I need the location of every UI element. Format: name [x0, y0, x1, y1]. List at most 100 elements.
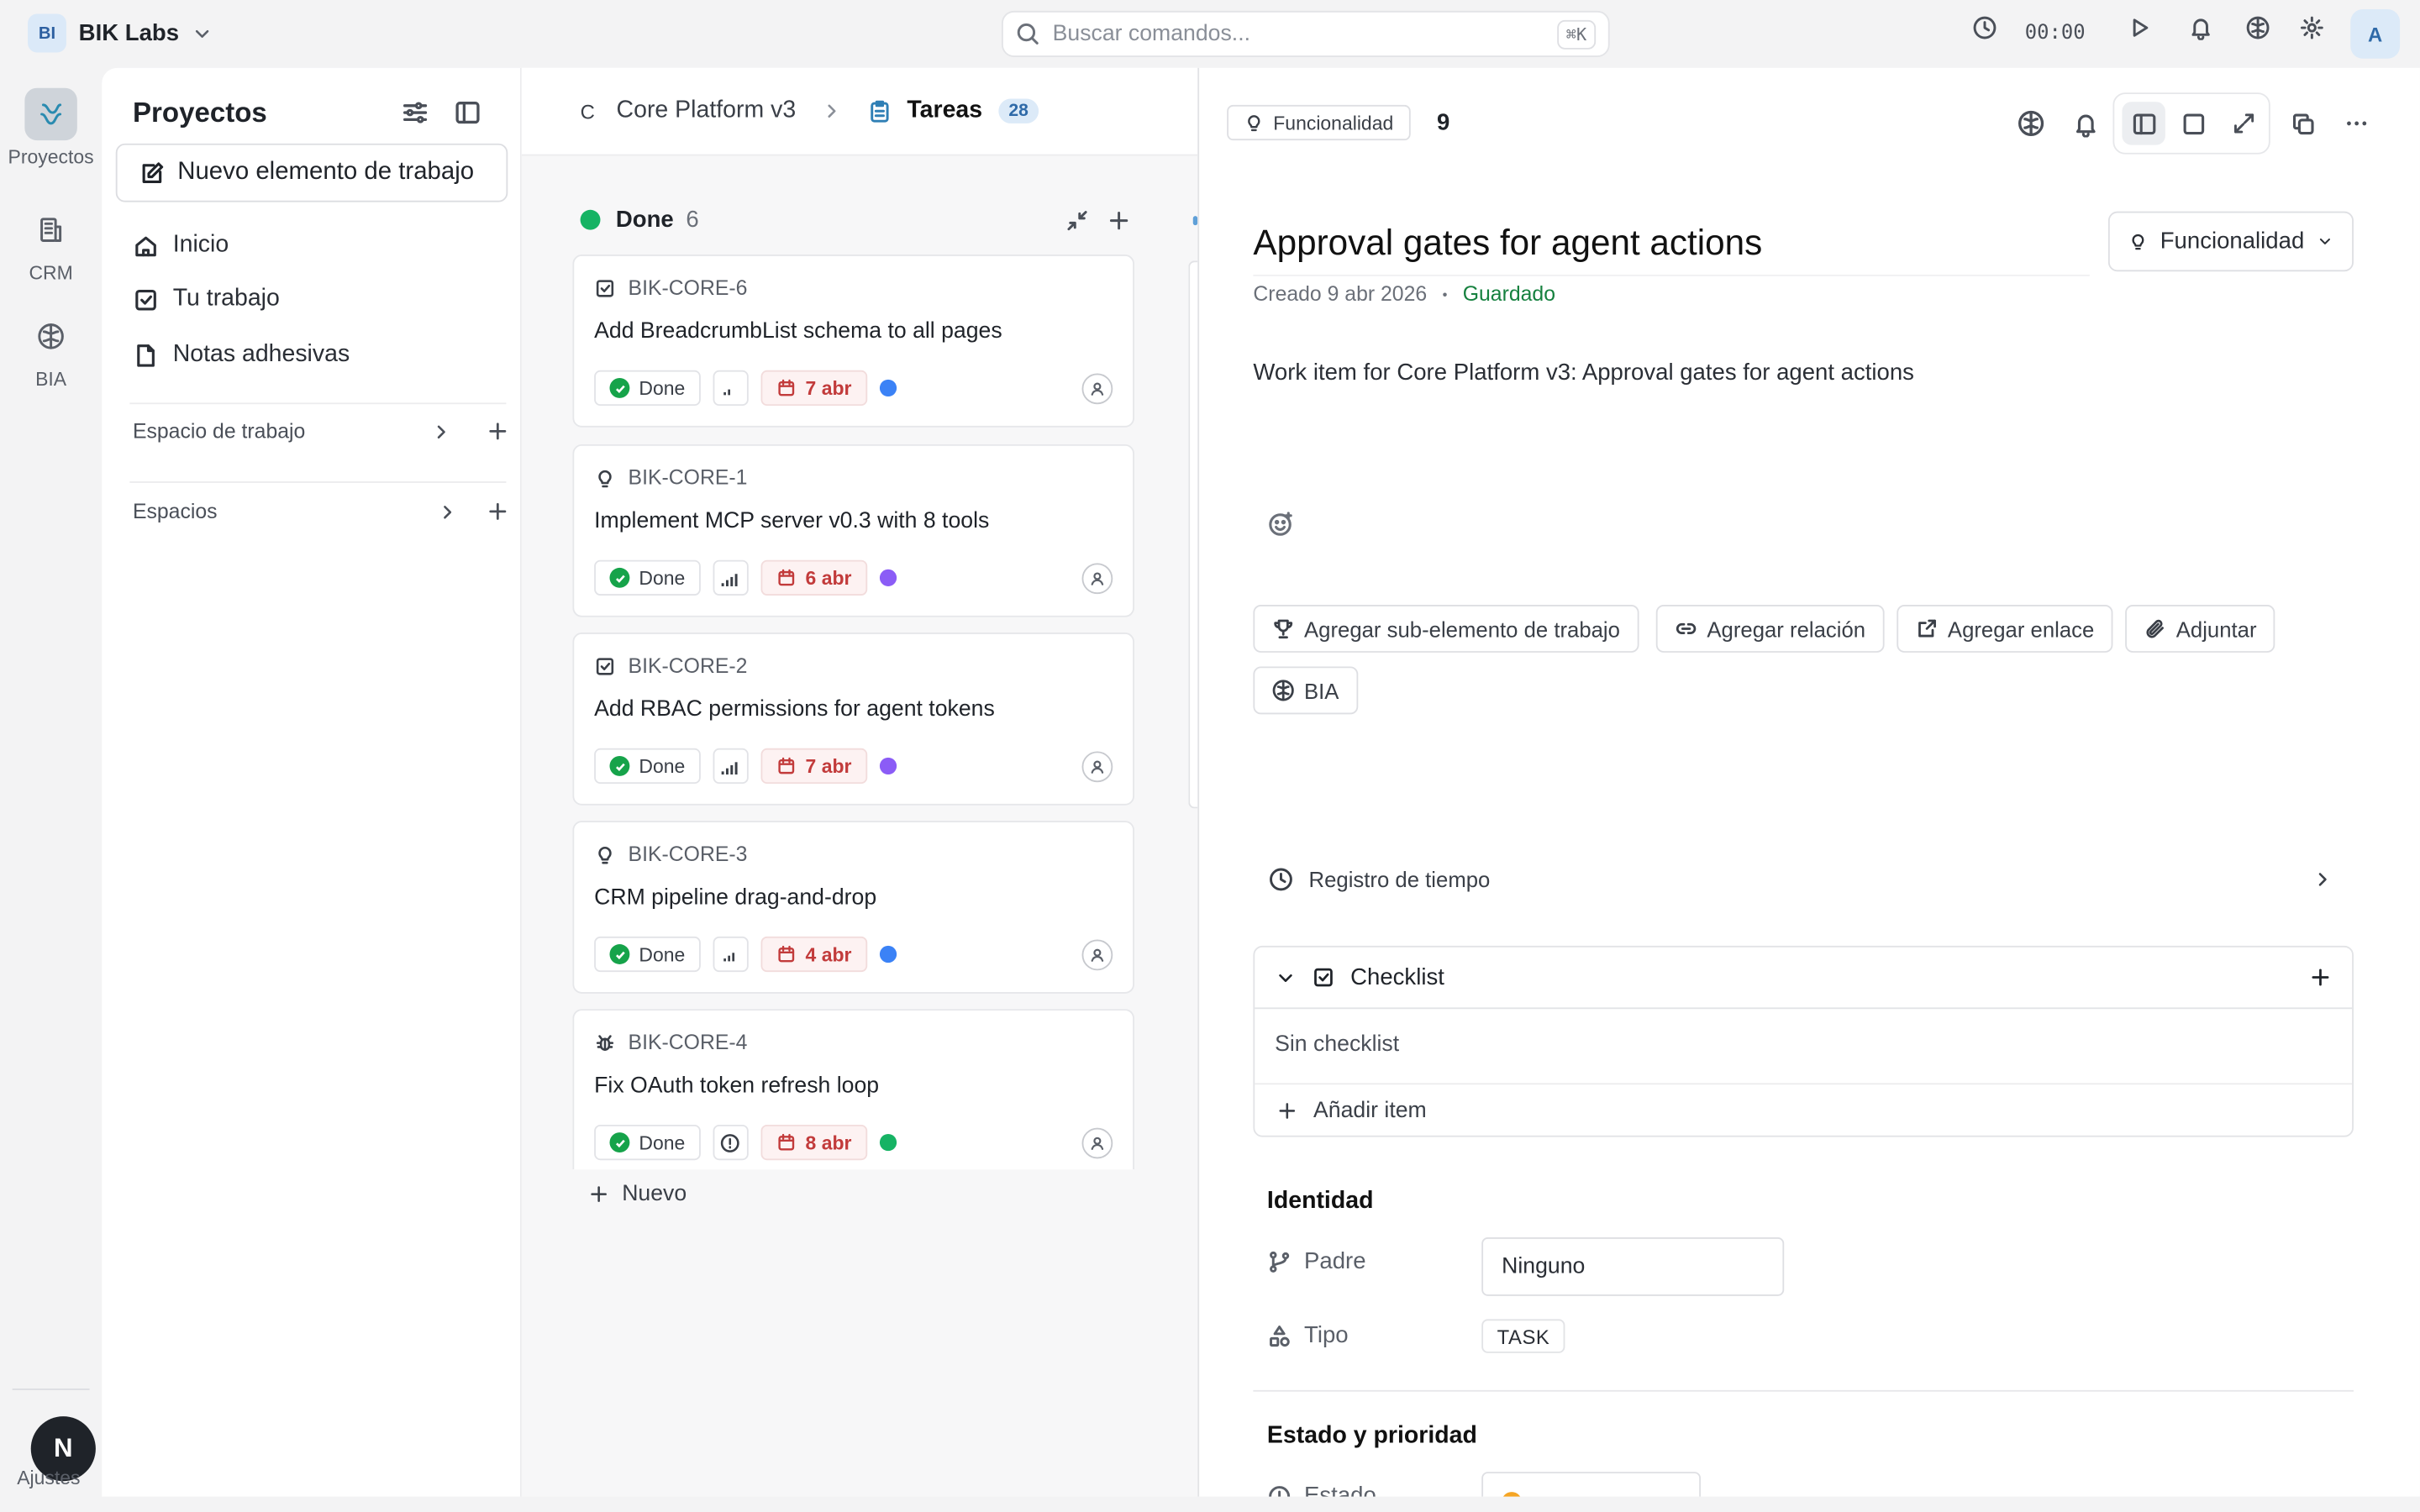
assignee-icon[interactable] — [1081, 939, 1113, 971]
search-icon — [1017, 23, 1039, 45]
add-link-button[interactable]: Agregar enlace — [1897, 604, 2113, 653]
bell-icon[interactable] — [2187, 15, 2215, 40]
work-item-card[interactable]: BIK-CORE-2 Add RBAC permissions for agen… — [572, 633, 1134, 806]
add-subitem-button[interactable]: Agregar sub-elemento de trabajo — [1253, 604, 1639, 653]
side-panel-icon[interactable] — [2122, 102, 2165, 145]
shortcut-hint: ⌘K — [1556, 18, 1597, 49]
time-log-row[interactable]: Registro de tiempo — [1269, 867, 2333, 892]
status-chip[interactable]: Done — [594, 370, 701, 407]
next-column-card — [1188, 260, 1198, 809]
breadcrumb: C Core Platform v3 Tareas 28 — [521, 67, 1198, 156]
work-item-card[interactable]: BIK-CORE-6 Add BreadcrumbList schema to … — [572, 255, 1134, 428]
new-work-item-button[interactable]: Nuevo elemento de trabajo — [115, 143, 508, 202]
action-label: Agregar relación — [1707, 616, 1866, 642]
assignee-icon[interactable] — [1081, 1127, 1113, 1159]
nav-item-tu-trabajo[interactable]: Tu trabajo — [133, 286, 280, 313]
filter-icon[interactable] — [402, 99, 429, 127]
add-relation-button[interactable]: Agregar relación — [1655, 604, 1885, 653]
plus-icon[interactable] — [2309, 966, 2333, 990]
brain-icon[interactable] — [2009, 102, 2052, 144]
clock-icon — [1270, 868, 1292, 891]
column-name: Done — [615, 207, 674, 234]
plus-icon[interactable] — [487, 500, 510, 523]
breadcrumb-project[interactable]: Core Platform v3 — [617, 97, 797, 125]
gear-icon[interactable] — [2298, 15, 2326, 39]
card-id: BIK-CORE-1 — [628, 465, 748, 490]
modal-view-icon[interactable] — [2171, 102, 2214, 144]
parent-select[interactable]: Ninguno — [1481, 1237, 1785, 1296]
type-select[interactable]: Funcionalidad — [2107, 211, 2354, 272]
priority-high-icon[interactable] — [713, 559, 749, 596]
new-card-button[interactable]: Nuevo — [588, 1182, 687, 1206]
work-item-card[interactable]: BIK-CORE-3 CRM pipeline drag-and-drop Do… — [572, 821, 1134, 994]
due-date-chip[interactable]: 7 abr — [760, 748, 867, 785]
status-chip[interactable]: Done — [594, 559, 701, 596]
bia-button[interactable]: BIA — [1253, 666, 1358, 715]
assignee-icon[interactable] — [1081, 751, 1113, 783]
chevron-right-icon[interactable] — [437, 501, 459, 522]
breadcrumb-view[interactable]: Tareas — [907, 97, 982, 125]
state-select[interactable] — [1481, 1472, 1702, 1497]
rail-item-crm[interactable]: CRM — [0, 203, 102, 284]
clock-icon[interactable] — [1970, 15, 1998, 39]
priority-low-icon[interactable] — [713, 370, 749, 407]
collapse-icon[interactable] — [1065, 208, 1089, 233]
chevron-down-icon — [2319, 238, 2331, 244]
section-espacios[interactable]: Espacios — [133, 500, 507, 523]
state-priority-heading: Estado y prioridad — [1266, 1422, 1477, 1449]
due-date-chip[interactable]: 4 abr — [760, 936, 867, 973]
workspace-switcher[interactable]: BI BIK Labs — [28, 13, 213, 53]
due-date-chip[interactable]: 6 abr — [760, 559, 867, 596]
status-chip[interactable]: Done — [594, 936, 701, 973]
emoji-reaction-icon[interactable] — [1267, 511, 1293, 537]
priority-medium-icon[interactable] — [713, 936, 749, 973]
more-icon[interactable] — [2335, 102, 2378, 144]
settings-label[interactable]: Ajustes — [17, 1467, 80, 1489]
clipboard-icon — [870, 100, 888, 123]
identity-heading: Identidad — [1266, 1188, 1374, 1215]
description[interactable]: Work item for Core Platform v3: Approval… — [1253, 360, 1914, 386]
due-date-chip[interactable]: 8 abr — [760, 1124, 867, 1161]
play-icon[interactable] — [2125, 15, 2153, 39]
brain-icon[interactable] — [2244, 15, 2272, 39]
assignee-icon[interactable] — [1081, 373, 1113, 405]
type-value-badge[interactable]: TASK — [1481, 1319, 1565, 1353]
branch-icon — [1270, 1251, 1290, 1272]
type-pill[interactable]: Funcionalidad — [1227, 104, 1411, 141]
chevron-right-icon[interactable] — [430, 421, 452, 443]
expand-icon[interactable] — [2223, 102, 2265, 144]
status-chip[interactable]: Done — [594, 1124, 701, 1161]
rail-item-proyectos[interactable]: Proyectos — [0, 87, 102, 168]
note-icon — [137, 344, 155, 366]
assignee-icon[interactable] — [1081, 563, 1113, 595]
copy-icon[interactable] — [2281, 102, 2324, 144]
divider — [129, 481, 507, 483]
action-label: BIA — [1304, 678, 1339, 703]
nav-item-inicio[interactable]: Inicio — [133, 232, 229, 260]
time-log-label: Registro de tiempo — [1308, 867, 1491, 892]
bell-icon[interactable] — [2064, 102, 2107, 144]
add-checklist-item-button[interactable]: Añadir item — [1255, 1083, 2353, 1135]
priority-urgent-icon[interactable] — [713, 1124, 749, 1161]
state-circle-icon — [1269, 1485, 1291, 1497]
priority-high-icon[interactable] — [713, 748, 749, 785]
plus-icon[interactable] — [487, 420, 510, 444]
command-search[interactable]: Buscar comandos... ⌘K — [1002, 10, 1610, 57]
nav-item-notas[interactable]: Notas adhesivas — [133, 341, 350, 369]
work-item-card[interactable]: BIK-CORE-4 Fix OAuth token refresh loop … — [572, 1009, 1134, 1170]
user-avatar[interactable]: A — [2350, 9, 2401, 59]
due-date-chip[interactable]: 7 abr — [760, 370, 867, 407]
rail-item-bia[interactable]: BIA — [0, 310, 102, 391]
work-item-card[interactable]: BIK-CORE-1 Implement MCP server v0.3 wit… — [572, 444, 1134, 617]
chevron-down-icon[interactable] — [1275, 967, 1297, 989]
status-chip[interactable]: Done — [594, 748, 701, 785]
sidebar-toggle-icon[interactable] — [454, 99, 481, 127]
work-item-title[interactable]: Approval gates for agent actions — [1253, 212, 2090, 276]
section-label: Espacio de trabajo — [132, 419, 306, 444]
attach-button[interactable]: Adjuntar — [2125, 604, 2275, 653]
sidebar-title: Proyectos — [132, 97, 267, 129]
bulb-icon — [1248, 115, 1260, 132]
check-square-icon — [135, 289, 156, 310]
add-card-icon[interactable] — [1107, 208, 1131, 233]
section-espacio-trabajo[interactable]: Espacio de trabajo — [132, 419, 507, 444]
